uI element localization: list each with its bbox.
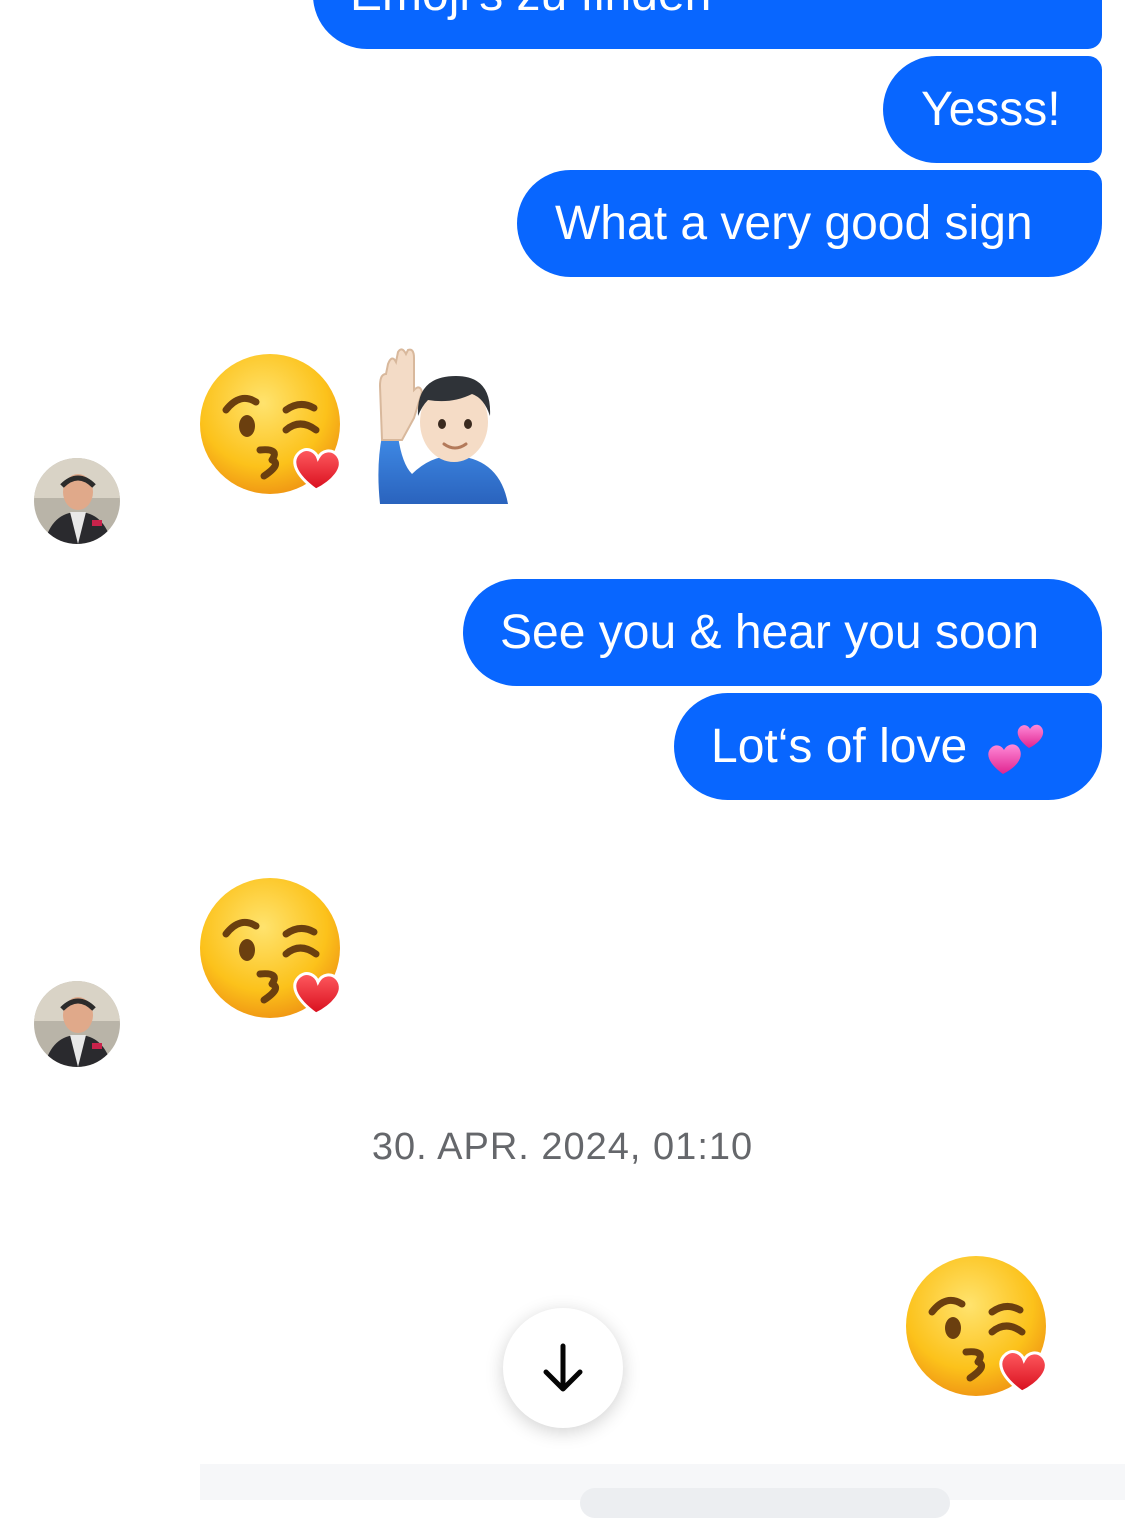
message-bubble-outgoing[interactable]: Emoji's zu finden bbox=[313, 0, 1102, 49]
message-text: Emoji's zu finden bbox=[350, 0, 711, 19]
message-text: What a very good sign bbox=[555, 196, 1033, 250]
message-text: Yesss! bbox=[921, 82, 1061, 136]
scroll-to-bottom-button[interactable] bbox=[503, 1308, 623, 1428]
message-input-field[interactable] bbox=[580, 1488, 950, 1518]
avatar[interactable] bbox=[34, 981, 120, 1067]
message-bubble-outgoing[interactable]: Lot‘s of love bbox=[674, 693, 1102, 800]
arrow-down-icon bbox=[543, 1343, 583, 1392]
kissing-heart-emoji-icon bbox=[198, 352, 348, 502]
message-bubble-outgoing[interactable]: What a very good sign bbox=[517, 170, 1102, 277]
message-text: See you & hear you soon bbox=[500, 605, 1040, 659]
avatar-photo bbox=[34, 458, 120, 544]
person-raising-hand-emoji-icon bbox=[378, 348, 508, 504]
message-bubble-outgoing[interactable]: Yesss! bbox=[883, 56, 1102, 163]
message-bubble-outgoing[interactable]: See you & hear you soon bbox=[463, 579, 1102, 686]
message-text: Lot‘s of love bbox=[711, 719, 968, 773]
avatar[interactable] bbox=[34, 458, 120, 544]
kissing-heart-emoji-icon bbox=[904, 1254, 1054, 1404]
timestamp-divider: 30. APR. 2024, 01:10 bbox=[371, 1126, 754, 1168]
two-hearts-icon bbox=[988, 724, 1044, 774]
kissing-heart-emoji-icon bbox=[198, 876, 348, 1026]
avatar-photo bbox=[34, 981, 120, 1067]
